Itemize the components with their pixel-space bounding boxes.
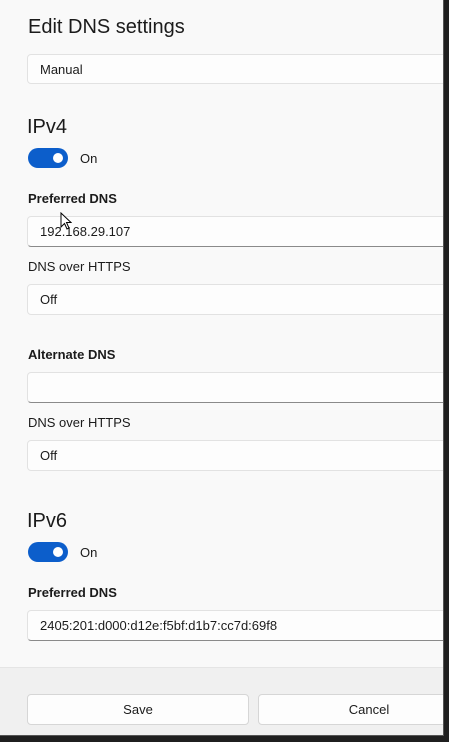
edit-dns-dialog: Edit DNS settings Manual IPv4 On Preferr… [0,0,444,736]
ipv4-preferred-doh-dropdown[interactable]: Off [27,284,443,315]
ipv4-preferred-dns-label: Preferred DNS [28,191,117,206]
dns-mode-dropdown[interactable]: Manual [27,54,443,84]
ipv6-toggle-label: On [80,544,98,560]
ipv6-preferred-dns-input[interactable]: 2405:201:d000:d12e:f5bf:d1b7:cc7d:69f8 [27,610,443,641]
ipv4-alternate-dns-input[interactable] [27,372,443,403]
ipv4-preferred-dns-input[interactable]: 192.168.29.107 [27,216,443,247]
ipv4-alternate-doh-dropdown[interactable]: Off [27,440,443,471]
ipv4-toggle-switch[interactable] [28,148,68,168]
toggle-knob [53,153,63,163]
mouse-pointer-icon [60,212,72,230]
ipv4-toggle-label: On [80,150,98,166]
dialog-title: Edit DNS settings [28,16,185,38]
dialog-footer: Save Cancel [0,667,443,735]
toggle-knob [53,547,63,557]
ipv4-alternate-doh-label: DNS over HTTPS [28,415,131,430]
ipv6-toggle-row[interactable]: On [28,542,97,562]
cancel-button[interactable]: Cancel [258,694,443,725]
ipv6-preferred-dns-label: Preferred DNS [28,585,117,600]
ipv4-preferred-doh-label: DNS over HTTPS [28,259,131,274]
ipv6-heading: IPv6 [27,510,68,532]
ipv4-toggle-row[interactable]: On [28,148,97,168]
ipv6-toggle-switch[interactable] [28,542,68,562]
save-button[interactable]: Save [27,694,249,725]
ipv4-heading: IPv4 [27,116,68,138]
ipv4-alternate-dns-label: Alternate DNS [28,347,116,362]
